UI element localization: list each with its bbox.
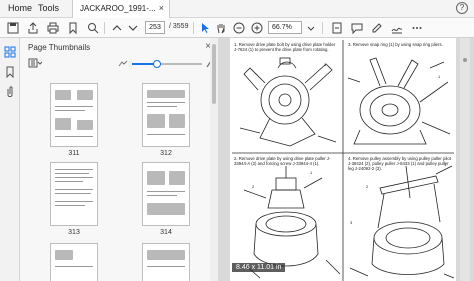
help-icon[interactable]: ? [456, 2, 468, 14]
svg-text:3: 3 [350, 220, 353, 225]
thumbnail-label: 311 [68, 150, 80, 157]
previous-page-icon[interactable] [110, 21, 124, 35]
slider-handle[interactable] [152, 60, 161, 68]
page-thumbnail-314[interactable] [142, 162, 190, 226]
svg-text:1: 1 [438, 74, 441, 79]
zoom-small-thumbnails-icon[interactable] [118, 58, 128, 68]
hand-tool-icon[interactable] [214, 21, 228, 35]
step-2-caption: 2. Remove drive plate by using drive pla… [234, 156, 331, 166]
more-tools-icon[interactable] [410, 21, 424, 35]
document-view: 1 1 1 2 1 3 2 1. Remove drive plate bolt… [218, 38, 474, 281]
panel-title: Page Thumbnails [28, 43, 91, 52]
left-icon-rail [0, 38, 20, 281]
page-size-badge: 8.46 x 11.01 in [232, 263, 286, 272]
zoom-in-icon[interactable] [250, 21, 264, 35]
page-thumbnail-311[interactable] [50, 83, 98, 147]
page-thumbnail-316[interactable] [142, 243, 190, 281]
document-scrollbar-thumb[interactable] [463, 58, 467, 62]
panel-tools [20, 56, 218, 70]
step-3-caption: 3. Remove snap ring (1) by using snap ri… [348, 42, 443, 47]
search-icon[interactable] [86, 21, 100, 35]
pdf-viewer-window: Home Tools JACKAROO_1991-... × ? 253 / 3… [0, 0, 474, 281]
illustration-pulley-puller [349, 165, 455, 279]
page-thumbnail-315[interactable] [50, 243, 98, 281]
fit-page-icon[interactable] [330, 21, 344, 35]
illustration-drive-plate-puller [243, 166, 341, 279]
chevron-down-icon[interactable] [304, 21, 318, 35]
thumbnail-scrollbar-thumb[interactable] [212, 44, 216, 104]
page-thumbnail-313[interactable] [50, 162, 98, 226]
thumbnail-label: 313 [68, 229, 80, 236]
illustration-drive-plate-holder [239, 57, 337, 147]
svg-text:1: 1 [310, 170, 313, 175]
zoom-level-select[interactable]: 66.7% [268, 21, 302, 34]
share-icon[interactable] [26, 21, 40, 35]
svg-text:2: 2 [252, 184, 255, 189]
print-icon[interactable] [46, 21, 60, 35]
document-scrollbar[interactable] [460, 38, 470, 281]
page-number-input[interactable]: 253 [145, 21, 165, 34]
comment-icon[interactable] [350, 21, 364, 35]
svg-text:2: 2 [366, 184, 369, 189]
next-page-icon[interactable] [126, 21, 140, 35]
document-tab-label: JACKAROO_1991-... [80, 4, 156, 13]
bookmark-icon[interactable] [66, 21, 80, 35]
step-4-caption: 4. Remove pulley assembly by using pulle… [348, 156, 451, 171]
thumbnail-label: 314 [160, 229, 172, 236]
page-thumbnails-panel: Page Thumbnails × 311 312 313 314 [20, 38, 218, 281]
step-1-caption: 1. Remove drive plate bolt by using driv… [234, 42, 336, 52]
save-icon[interactable] [6, 21, 20, 35]
page-thumbnail-312[interactable] [142, 83, 190, 147]
document-page: 1 1 1 2 1 3 2 1. Remove drive plate bolt… [230, 38, 456, 281]
zoom-out-icon[interactable] [232, 21, 246, 35]
highlight-pen-icon[interactable] [370, 21, 384, 35]
document-tab[interactable]: JACKAROO_1991-... × [72, 0, 170, 18]
page-total: / 3559 [169, 23, 189, 30]
menu-home[interactable]: Home [8, 3, 32, 13]
illustration-snap-ring-pliers [347, 57, 451, 145]
thumbnails-panel-icon[interactable] [4, 46, 16, 58]
tab-close-icon[interactable]: × [159, 3, 164, 13]
thumbnail-options-icon[interactable] [28, 57, 42, 69]
attachments-panel-icon[interactable] [4, 86, 16, 98]
thumbnail-label: 312 [160, 150, 172, 157]
thumbnail-size-slider[interactable] [132, 60, 202, 68]
bookmarks-panel-icon[interactable] [4, 66, 16, 78]
select-cursor-icon[interactable] [198, 21, 212, 35]
menu-bar: Home Tools JACKAROO_1991-... × ? [0, 0, 474, 18]
menu-tools[interactable]: Tools [38, 3, 59, 13]
toolbar: 253 / 3559 66.7% [0, 18, 474, 38]
sign-icon[interactable] [390, 21, 404, 35]
thumbnail-scrollbar[interactable] [210, 38, 218, 281]
